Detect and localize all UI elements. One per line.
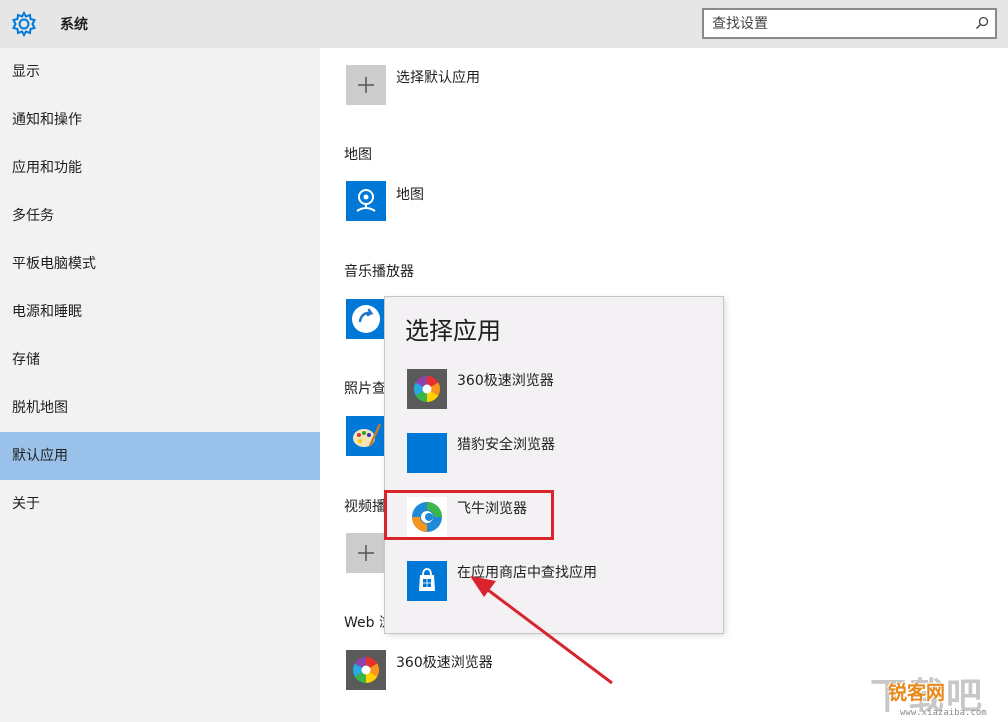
maps-app-label[interactable]: 地图	[396, 184, 424, 204]
video-heading: 视频播	[344, 499, 386, 515]
search-box[interactable]	[702, 8, 997, 39]
photo-app-tile[interactable]	[346, 416, 386, 456]
choose-default-label[interactable]: 选择默认应用	[396, 67, 480, 87]
plus-icon	[358, 545, 374, 561]
web-browser-app-tile[interactable]	[346, 650, 386, 690]
highlight-box	[384, 490, 554, 540]
watermark-url: www.xiazaiba.com	[900, 708, 987, 718]
sidebar-item-storage[interactable]: 存储	[0, 336, 320, 384]
flyout-item-label: 在应用商店中查找应用	[457, 565, 597, 581]
maps-icon	[356, 189, 376, 212]
add-video-app-button[interactable]	[346, 533, 386, 573]
music-heading: 音乐播放器	[344, 264, 414, 280]
page-title: 系统	[60, 17, 88, 33]
choose-app-flyout: 选择应用 360极速浏览器 猎豹安全浏览器 飞牛浏览器 在应用商店中查找应用	[384, 296, 724, 634]
sidebar-item-about[interactable]: 关于	[0, 480, 320, 528]
music-player-icon	[352, 305, 380, 333]
flyout-item-label: 猎豹安全浏览器	[457, 437, 555, 453]
sidebar-item-notifications[interactable]: 通知和操作	[0, 96, 320, 144]
title-bar: 系统	[0, 0, 1008, 48]
watermark-text: 锐客网	[888, 682, 946, 704]
search-icon[interactable]	[975, 16, 989, 30]
sidebar-item-tablet-mode[interactable]: 平板电脑模式	[0, 240, 320, 288]
sidebar-item-offline-maps[interactable]: 脱机地图	[0, 384, 320, 432]
360-browser-icon	[407, 369, 447, 409]
flyout-title: 选择应用	[405, 317, 501, 345]
search-input[interactable]	[704, 10, 964, 37]
add-default-app-button[interactable]	[346, 65, 386, 105]
sidebar-item-power-sleep[interactable]: 电源和睡眠	[0, 288, 320, 336]
sidebar-item-default-apps[interactable]: 默认应用	[0, 432, 320, 480]
sidebar-item-apps-features[interactable]: 应用和功能	[0, 144, 320, 192]
gear-icon	[12, 10, 36, 38]
360-browser-icon	[352, 656, 380, 684]
plus-icon	[358, 77, 374, 93]
flyout-item-store[interactable]: 在应用商店中查找应用	[385, 549, 723, 613]
flyout-item-360-browser[interactable]: 360极速浏览器	[385, 357, 723, 421]
sidebar: 显示 通知和操作 应用和功能 多任务 平板电脑模式 电源和睡眠 存储 脱机地图 …	[0, 48, 320, 722]
liebao-browser-icon	[407, 433, 447, 473]
maps-heading: 地图	[344, 147, 372, 163]
web-browser-app-label[interactable]: 360极速浏览器	[396, 652, 493, 672]
paint-palette-icon	[353, 423, 382, 447]
maps-app-tile[interactable]	[346, 181, 386, 221]
music-app-tile[interactable]	[346, 299, 386, 339]
sidebar-item-display[interactable]: 显示	[0, 48, 320, 96]
flyout-item-liebao-browser[interactable]: 猎豹安全浏览器	[385, 421, 723, 485]
store-icon	[407, 561, 447, 601]
photo-heading: 照片查	[344, 381, 386, 397]
flyout-item-label: 360极速浏览器	[457, 373, 554, 389]
sidebar-item-multitasking[interactable]: 多任务	[0, 192, 320, 240]
